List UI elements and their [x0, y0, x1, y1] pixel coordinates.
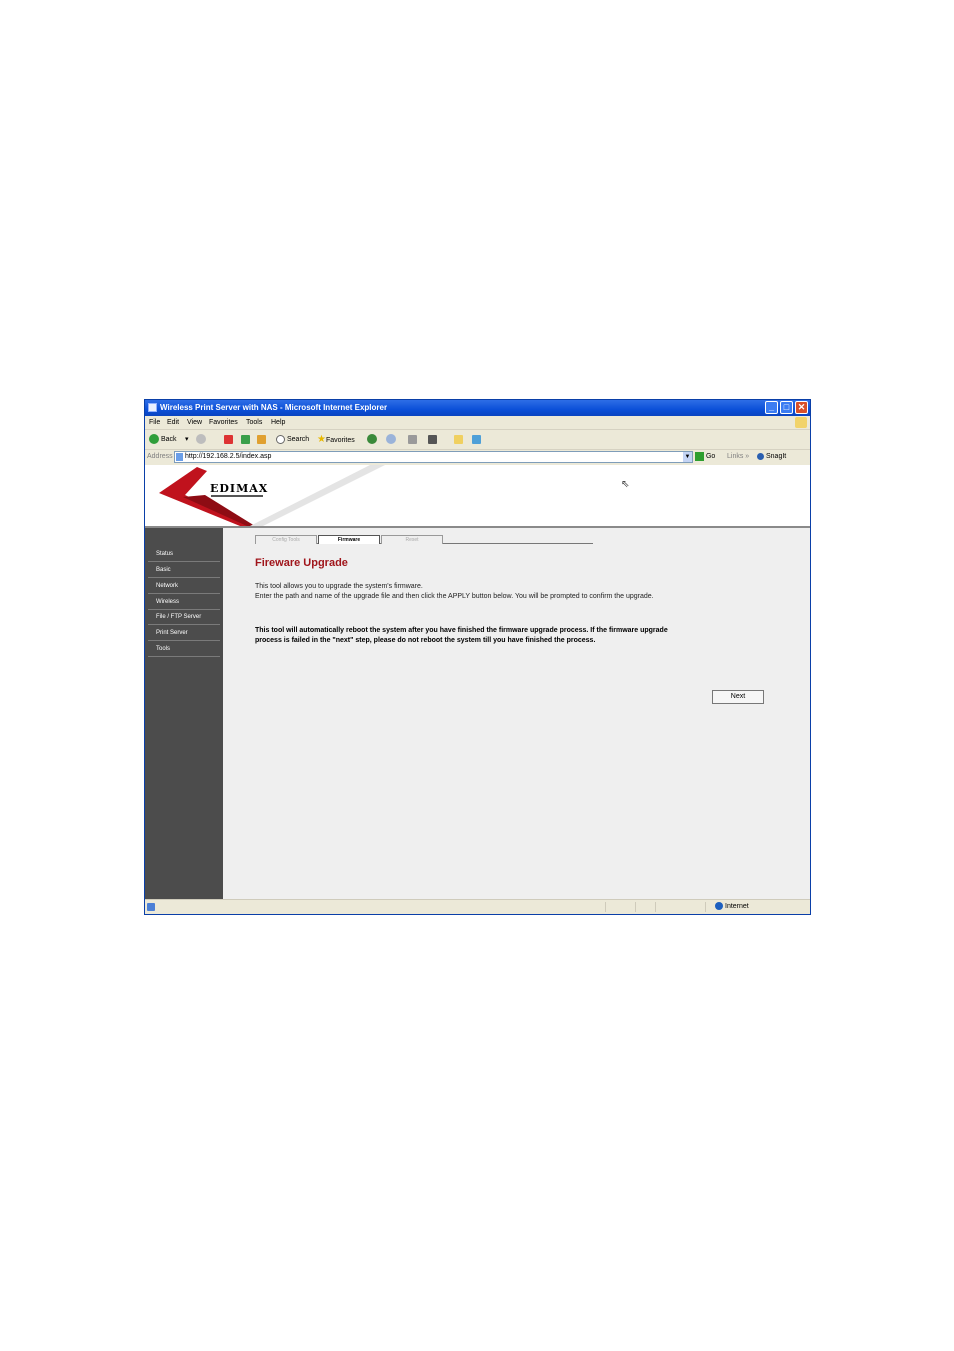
address-input[interactable]: http://192.168.2.5/index.asp ▼	[174, 451, 693, 463]
folder-icon	[454, 434, 463, 444]
window-title: Wireless Print Server with NAS - Microso…	[160, 403, 388, 412]
status-divider	[635, 902, 636, 912]
forward-button[interactable]	[196, 430, 208, 449]
home-icon	[257, 434, 266, 444]
status-divider	[605, 902, 606, 912]
mail-button[interactable]	[386, 430, 398, 449]
sidebar-item-ftp-server[interactable]: File / FTP Server	[148, 610, 220, 625]
status-divider	[705, 902, 706, 912]
history-button[interactable]	[367, 430, 379, 449]
tab-reset[interactable]: Reset	[381, 535, 443, 544]
mouse-cursor-icon: ⇖	[621, 479, 630, 490]
status-bar: Internet	[145, 899, 810, 914]
back-arrow-icon	[149, 434, 159, 445]
address-label: Address	[147, 453, 173, 460]
page-status-icon	[147, 903, 155, 911]
address-bar: Address http://192.168.2.5/index.asp ▼ G…	[145, 450, 810, 464]
tab-config-tools[interactable]: Config Tools	[255, 535, 317, 544]
menu-favorites[interactable]: Favorites	[209, 416, 238, 429]
logo-tagline	[211, 495, 263, 497]
sidebar-item-print-server[interactable]: Print Server	[148, 626, 220, 641]
messenger-icon	[472, 434, 481, 444]
menu-help[interactable]: Help	[271, 416, 285, 429]
sidebar-item-status[interactable]: Status	[148, 547, 220, 562]
go-button[interactable]: Go	[695, 450, 715, 464]
search-icon	[276, 434, 285, 444]
page-icon	[176, 453, 183, 461]
menu-file[interactable]: File	[149, 416, 160, 429]
refresh-button[interactable]	[241, 430, 250, 449]
ie-page-icon	[148, 403, 157, 412]
globe-icon	[715, 902, 723, 911]
description-line-2: Enter the path and name of the upgrade f…	[255, 593, 654, 600]
menu-bar: File Edit View Favorites Tools Help	[145, 416, 810, 430]
tab-firmware[interactable]: Firmware	[318, 535, 380, 544]
menu-tools[interactable]: Tools	[246, 416, 262, 429]
menu-edit[interactable]: Edit	[167, 416, 179, 429]
sidebar-item-network[interactable]: Network	[148, 579, 220, 594]
close-button[interactable]: ✕	[795, 401, 808, 414]
star-icon: ★	[317, 434, 326, 445]
menu-view[interactable]: View	[187, 416, 202, 429]
messenger-button[interactable]	[472, 430, 481, 449]
favorites-button[interactable]: ★Favorites	[317, 430, 355, 450]
printer-icon	[408, 434, 417, 444]
page-content: EDIMAX ⇖ Status Basic Network Wireless F…	[145, 465, 810, 901]
snagit-button[interactable]: SnagIt	[757, 450, 786, 464]
home-button[interactable]	[257, 430, 266, 449]
address-url: http://192.168.2.5/index.asp	[185, 453, 272, 460]
back-button[interactable]: Back	[149, 430, 177, 449]
title-bar[interactable]: Wireless Print Server with NAS - Microso…	[145, 400, 810, 416]
stop-button[interactable]	[224, 430, 233, 449]
browser-window: Wireless Print Server with NAS - Microso…	[144, 399, 811, 915]
status-divider	[655, 902, 656, 912]
sidebar-item-tools[interactable]: Tools	[148, 642, 220, 657]
next-button[interactable]: Next	[712, 690, 764, 704]
edit-button[interactable]	[428, 430, 437, 449]
warning-line-1: This tool will automatically reboot the …	[255, 627, 668, 634]
description-line-1: This tool allows you to upgrade the syst…	[255, 583, 423, 590]
snagit-icon	[757, 452, 764, 460]
stop-icon	[224, 434, 233, 444]
security-zone: Internet	[715, 900, 749, 914]
maximize-button[interactable]: □	[780, 401, 793, 414]
sidebar-item-wireless[interactable]: Wireless	[148, 595, 220, 610]
go-arrow-icon	[695, 451, 704, 461]
folder-button[interactable]	[454, 430, 463, 449]
edit-icon	[428, 434, 437, 444]
print-button[interactable]	[408, 430, 417, 449]
warning-line-2: process is failed in the "next" step, pl…	[255, 637, 596, 644]
links-toolbar[interactable]: Links »	[727, 450, 749, 464]
edimax-logo: EDIMAX	[210, 482, 269, 495]
sidebar: Status Basic Network Wireless File / FTP…	[145, 528, 223, 901]
sidebar-item-basic[interactable]: Basic	[148, 563, 220, 578]
logo-swoosh	[159, 465, 385, 526]
page-title: Fireware Upgrade	[255, 557, 348, 569]
history-icon	[367, 434, 377, 445]
minimize-button[interactable]: _	[765, 401, 778, 414]
back-dropdown[interactable]: ▾	[185, 430, 189, 449]
search-button[interactable]: Search	[276, 430, 309, 449]
mail-icon	[386, 434, 396, 445]
refresh-icon	[241, 434, 250, 444]
windows-logo-icon	[795, 417, 807, 428]
forward-arrow-icon	[196, 434, 206, 445]
address-dropdown-icon[interactable]: ▼	[683, 452, 692, 462]
page-header: EDIMAX ⇖	[145, 465, 810, 528]
toolbar: Back ▾ Search ★Favorites	[145, 430, 810, 450]
